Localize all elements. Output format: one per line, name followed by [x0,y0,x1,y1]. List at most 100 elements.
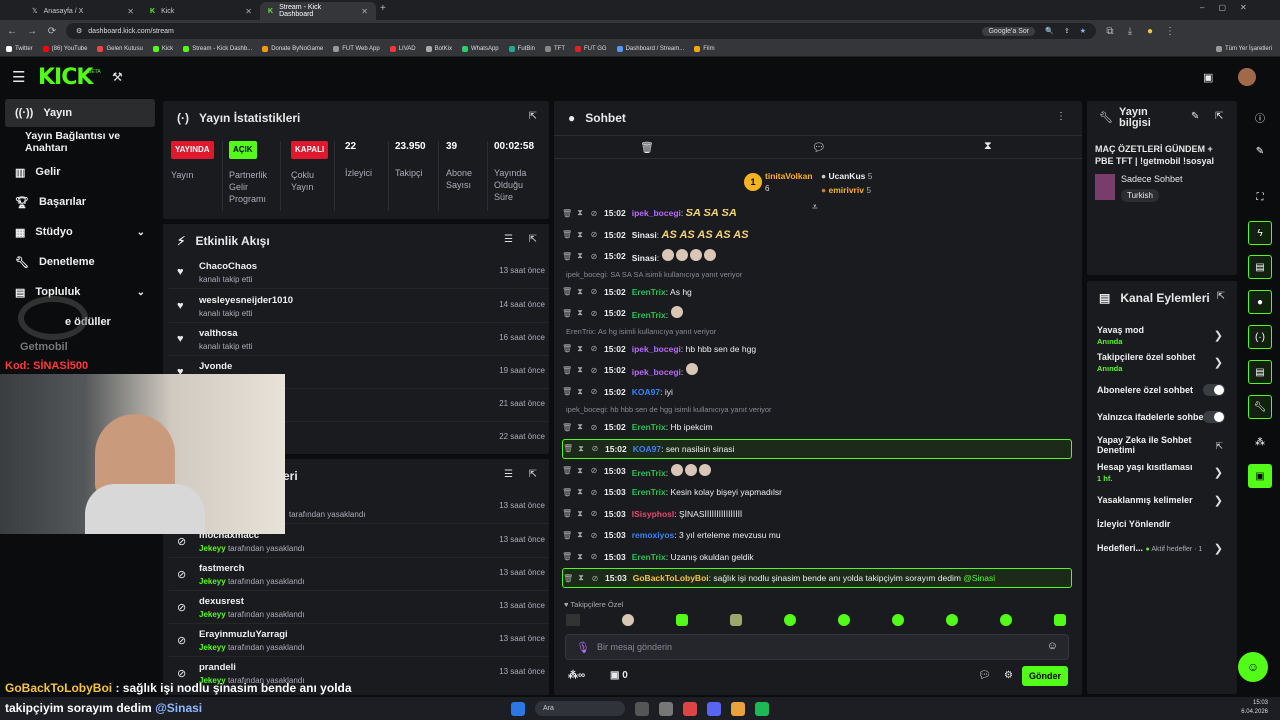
browser-tab-kick[interactable]: K Kick ✕ [142,2,260,20]
ban-icon[interactable]: ⊘ [590,252,598,261]
ban-icon[interactable]: ⊘ [590,344,598,353]
chat-message[interactable]: 🗑︎ ⧗ ⊘ 15:03 ErenTrix: Kesin kolay bişeyi ya… [562,482,1072,502]
pen-icon[interactable]: ✎ [1248,139,1272,163]
hourglass-icon[interactable]: ⧗ [576,230,584,240]
chat-message[interactable]: 🗑︎ ⧗ ⊘ 15:02 KOA97: iyi [562,382,1072,402]
points-display[interactable]: ▣ 0 [610,670,628,681]
bookmark[interactable]: WhatsApp [461,46,499,52]
new-tab-button[interactable]: + [380,3,386,14]
ban-icon[interactable]: ⊘ [590,230,598,239]
sidebar-item-gelir[interactable]: ▥ Gelir [5,158,155,186]
chat-message[interactable]: 🗑︎ ⧗ ⊘ 15:02 Sinasi: [562,246,1072,266]
bookmark[interactable]: Twitter [6,46,33,52]
chrome-icon[interactable] [731,701,745,716]
bookmark[interactable]: (86) YouTube [42,46,87,52]
chat-input[interactable]: 🎙︎ Bir mesaj gönderin ☺ [565,634,1069,660]
chat-message[interactable]: 🗑︎ ⧗ ⊘ 15:02 KOA97: sen nasilsin sinasi [562,438,1072,459]
moderator-name[interactable]: Jekeyy [199,577,226,586]
emote-icon[interactable] [946,614,958,626]
google-lens-button[interactable]: Google'a Sor [982,26,1036,36]
message-username[interactable]: ipek_bocegi [632,209,681,218]
window-controls[interactable]: –▢✕ [1200,3,1261,12]
message-username[interactable]: ISisyphosI [632,509,675,519]
message-username[interactable]: ErenTrix [632,468,666,478]
microphone-icon[interactable]: 🎙︎ [576,641,590,654]
chat-message[interactable]: 🗑︎ ⧗ ⊘ 15:02 ipek_bocegi: hb hbb sen de hgg [562,339,1072,359]
popout-icon[interactable]: ⇱ [1215,111,1223,122]
trash-icon[interactable]: 🗑︎ [562,230,572,239]
file-explorer-icon[interactable] [659,701,673,716]
hourglass-icon[interactable]: ⧗ [576,552,584,562]
bookmark[interactable]: Gelen Kutusu [97,46,143,52]
trash-icon[interactable]: 🗑︎ [562,488,572,497]
message-username[interactable]: ErenTrix [632,287,666,297]
hamburger-menu-icon[interactable]: ☰ [12,68,25,86]
ban-icon[interactable]: ⊘ [590,423,598,432]
message-username[interactable]: ErenTrix [632,487,666,497]
message-mention[interactable]: @Sinasi [963,573,995,583]
popout-icon[interactable]: ⇱ [1217,291,1225,302]
emote-icon[interactable] [1054,614,1066,626]
chat-message[interactable]: 🗑︎ ⧗ ⊘ 15:03 remoxiyos: 3 yıl erteleme mevzu… [562,525,1072,545]
trash-icon[interactable]: 🗑︎ [562,531,572,540]
message-username[interactable]: GoBackToLobyBoi [633,573,709,583]
trash-icon[interactable]: 🗑︎ [640,141,654,154]
chat-icon[interactable]: 💬︎ [812,141,826,154]
share-icon[interactable]: ⇪ [1064,27,1070,35]
hammer-icon[interactable]: ⚒ [112,70,123,84]
ban-icon[interactable]: ⊘ [591,574,599,583]
taskbar-search[interactable]: Ara [535,701,625,716]
emote-icon[interactable] [838,614,850,626]
bookmark[interactable]: Stream - Kick Dashb... [183,46,252,52]
message-username[interactable]: ErenTrix [632,552,666,562]
chat-message[interactable]: 🗑︎ ⧗ ⊘ 15:03 ISisyphosI: ŞİNASİİİİİİİİİİİİİİ… [562,504,1072,524]
windows-start-icon[interactable] [511,701,525,716]
trash-icon[interactable]: 🗑︎ [563,444,573,453]
moderator-name[interactable]: Jekeyy [199,643,226,652]
chevron-right-icon[interactable]: ❯ [1214,356,1223,369]
message-username[interactable]: Sinasi [632,253,657,263]
hourglass-icon[interactable]: ⧗ [576,209,584,218]
gear-icon[interactable]: ⚙ [1004,670,1013,681]
ban-icon[interactable]: ⊘ [590,287,598,296]
trash-icon[interactable]: 🗑︎ [562,309,572,318]
popout-icon[interactable]: ⇱ [529,234,537,245]
banned-user[interactable]: fastmerch [199,563,244,574]
ban-icon[interactable]: ⊘ [590,466,598,475]
top-gifter-name[interactable]: tinitaVolkan [765,171,813,181]
hourglass-icon[interactable]: ⧗ [576,387,584,397]
bookmark[interactable]: TFT [545,46,565,52]
hourglass-icon[interactable]: ⧗ [576,251,584,261]
banned-user[interactable]: dexusrest [199,596,244,607]
emote-icon[interactable] [566,614,580,626]
chevron-right-icon[interactable]: ❯ [1214,542,1223,555]
hourglass-icon[interactable]: ⧗ [577,573,585,583]
follower-name[interactable]: Jvonde [199,361,232,372]
trash-icon[interactable]: 🗑︎ [562,423,572,432]
trash-icon[interactable]: 🗑︎ [562,387,572,396]
popout-icon[interactable]: ⇱ [529,469,537,480]
chat-settings-bubble-icon[interactable]: 💬︎ [978,670,991,681]
info-icon[interactable]: ⓘ [1248,105,1272,129]
sidebar-item-basarilar[interactable]: 🏆︎ Başarılar [5,188,155,216]
hourglass-icon[interactable]: ⧗ [576,509,584,519]
broadcast-icon[interactable]: (·) [1248,325,1272,349]
sidebar-item-stream-key[interactable]: Yayın Bağlantısı ve Anahtarı [5,128,161,156]
emote-icon[interactable] [1000,614,1012,626]
filter-icon[interactable]: ☰ [504,234,513,245]
chat-message[interactable]: 🗑︎ ⧗ ⊘ 15:02 ipek_bocegi: [562,360,1072,380]
chat-message[interactable]: 🗑︎ ⧗ ⊘ 15:02 Sinasi: AS AS AS AS AS [562,225,1072,245]
chevron-right-icon[interactable]: ❯ [1214,466,1223,479]
message-username[interactable]: ErenTrix [632,310,666,320]
document-icon[interactable]: ▤ [1248,255,1272,279]
chat-message[interactable]: 🗑︎ ⧗ ⊘ 15:02 ErenTrix: Hb ipekcim [562,417,1072,437]
message-username[interactable]: Sinasi [632,230,657,240]
trash-icon[interactable]: 🗑︎ [562,552,572,561]
add-widget-icon[interactable]: ▣ [1248,464,1272,488]
all-bookmarks[interactable]: Tüm Yer İşaretleri [1215,46,1272,52]
chat-icon[interactable]: ● [1248,290,1272,314]
edit-icon[interactable]: ✎ [1191,111,1199,122]
emote-icon[interactable] [784,614,796,626]
back-icon[interactable]: ← [6,26,18,37]
gifter-2[interactable]: ● UcanKus 5 [821,171,872,181]
